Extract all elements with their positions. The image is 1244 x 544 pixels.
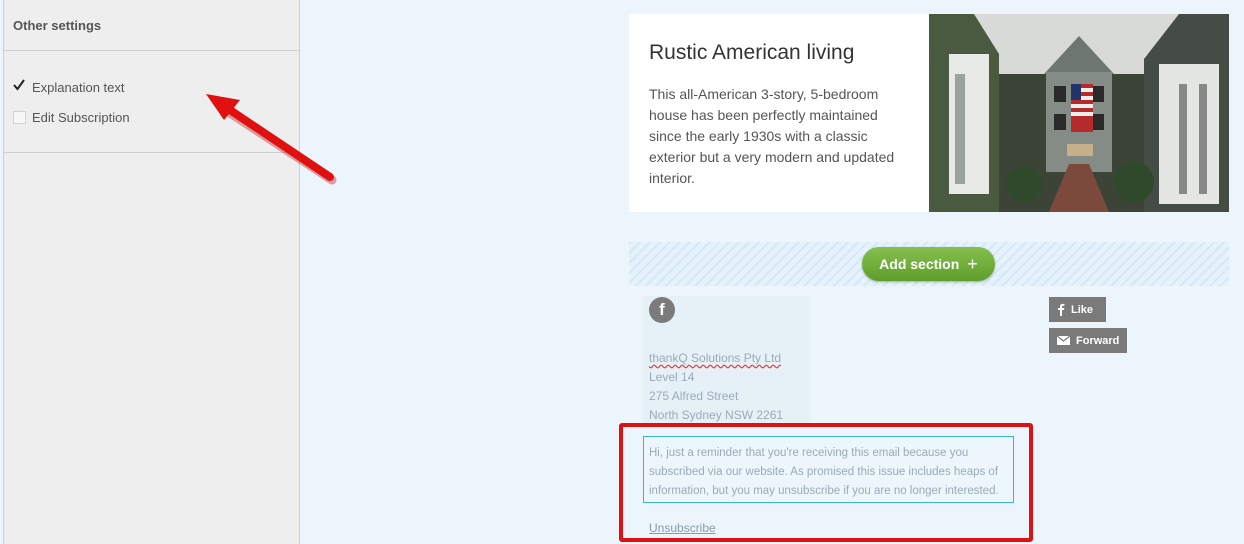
explanation-text-label: Explanation text (32, 79, 125, 95)
address-line-2: 275 Alfred Street (649, 389, 739, 403)
checkmark-icon (13, 78, 25, 91)
settings-panel: Other settings Explanation text Edit Sub… (3, 0, 300, 544)
address-line-1: Level 14 (649, 370, 695, 384)
facebook-letter: f (659, 300, 665, 319)
envelope-icon (1057, 336, 1070, 345)
forward-button[interactable]: Forward (1049, 328, 1127, 353)
panel-header: Other settings (4, 0, 299, 51)
edit-subscription-label: Edit Subscription (32, 109, 130, 125)
red-arrow-annotation (206, 94, 337, 185)
edit-subscription-option[interactable]: Edit Subscription (13, 108, 130, 126)
house-photo[interactable] (929, 14, 1229, 212)
facebook-like-button[interactable]: Like (1049, 297, 1106, 322)
explanation-text-checkbox[interactable] (13, 78, 26, 94)
red-highlight-box (619, 423, 1033, 542)
edit-subscription-checkbox[interactable] (13, 110, 26, 124)
like-label: Like (1071, 303, 1094, 316)
address-line-3: North Sydney NSW 2261 (649, 408, 784, 422)
add-section-label: Add section (879, 256, 960, 272)
company-name: thankQ Solutions Pty Ltd (649, 351, 782, 365)
article-card[interactable]: Rustic American living This all-American… (629, 14, 1229, 212)
add-section-bar: Add section + (629, 242, 1229, 286)
panel-title: Other settings (13, 18, 102, 33)
facebook-f-icon (1057, 303, 1065, 316)
article-text: This all-American 3-story, 5-bedroom hou… (649, 86, 895, 186)
facebook-icon[interactable]: f (649, 297, 675, 323)
article-title: Rustic American living (649, 41, 855, 64)
forward-label: Forward (1076, 334, 1120, 347)
add-section-button[interactable]: Add section + (862, 247, 995, 281)
plus-icon: + (967, 253, 978, 274)
explanation-text-option[interactable]: Explanation text (13, 78, 125, 96)
